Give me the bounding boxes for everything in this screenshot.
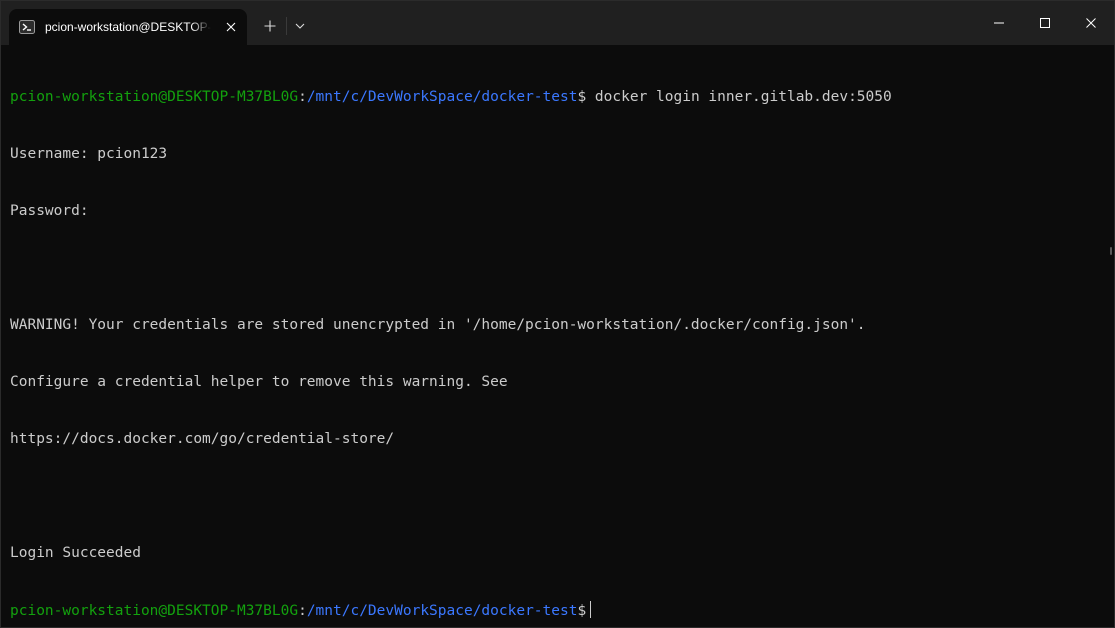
prompt-path: /mnt/c/DevWorkSpace/docker-test: [306, 89, 578, 105]
prompt-user-host: pcion-workstation@DESKTOP-M37BL0G: [10, 603, 299, 619]
scrollbar-thumb[interactable]: [1110, 247, 1112, 255]
tab-close-icon[interactable]: [221, 17, 241, 37]
title-bar[interactable]: pcion-workstation@DESKTOP-: [1, 1, 1114, 45]
prompt-dollar: $: [577, 603, 587, 619]
prompt-dollar: $: [577, 89, 587, 105]
output-line: Configure a credential helper to remove …: [10, 374, 508, 390]
prompt-colon: :: [298, 603, 307, 619]
output-line: https://docs.docker.com/go/credential-st…: [10, 431, 395, 447]
powershell-icon: [19, 19, 35, 35]
output-line: Password:: [10, 203, 89, 219]
terminal-window: pcion-workstation@DESKTOP- pcion-worksta…: [0, 0, 1115, 628]
prompt-colon: :: [298, 89, 307, 105]
tab-separator: [286, 17, 287, 35]
maximize-icon[interactable]: [1022, 1, 1068, 45]
output-line: WARNING! Your credentials are stored une…: [10, 317, 866, 333]
text-cursor: [590, 601, 592, 618]
minimize-icon[interactable]: [976, 1, 1022, 45]
prompt-path: /mnt/c/DevWorkSpace/docker-test: [306, 603, 578, 619]
prompt-user-host: pcion-workstation@DESKTOP-M37BL0G: [10, 89, 299, 105]
tab-title: pcion-workstation@DESKTOP-: [45, 20, 211, 34]
close-icon[interactable]: [1068, 1, 1114, 45]
chevron-down-icon[interactable]: [289, 13, 311, 39]
command-line: pcion-workstation@DESKTOP-M37BL0G:/mnt/c…: [10, 88, 1102, 107]
command-text: docker login inner.gitlab.dev:5050: [586, 89, 892, 105]
terminal-output[interactable]: pcion-workstation@DESKTOP-M37BL0G:/mnt/c…: [10, 50, 1102, 627]
output-line: Username: pcion123: [10, 146, 168, 162]
current-prompt-line[interactable]: pcion-workstation@DESKTOP-M37BL0G:/mnt/c…: [10, 601, 1102, 620]
output-line: Login Succeeded: [10, 545, 141, 561]
tab-terminal[interactable]: pcion-workstation@DESKTOP-: [9, 9, 247, 45]
plus-icon[interactable]: [257, 13, 283, 39]
